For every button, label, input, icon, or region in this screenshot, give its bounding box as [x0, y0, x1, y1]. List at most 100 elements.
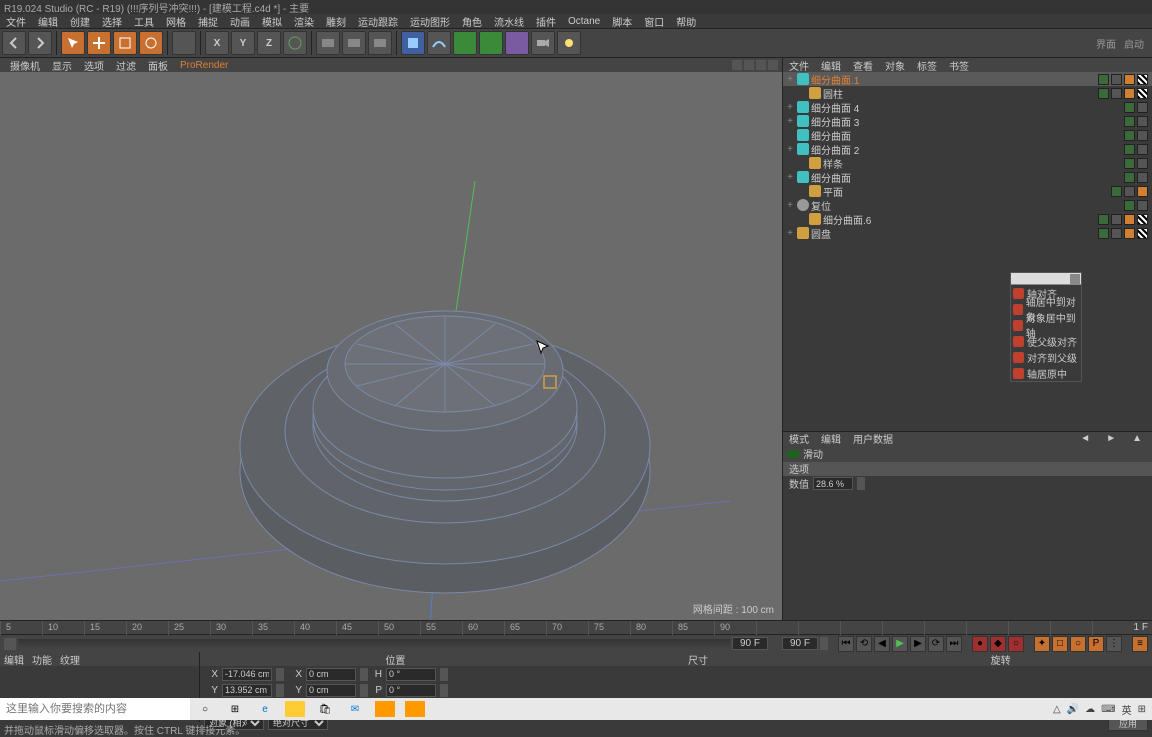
menu-item-6[interactable]: 捕捉: [192, 14, 224, 29]
tray-icon[interactable]: △: [1053, 704, 1061, 715]
attr-menu-0[interactable]: 模式: [783, 431, 815, 446]
mat-menu-1[interactable]: 功能: [32, 652, 52, 667]
select-tool[interactable]: [61, 31, 85, 55]
goto-start-button[interactable]: ⏮: [838, 636, 854, 652]
vp-btn-4[interactable]: [768, 60, 778, 70]
store-icon[interactable]: 🛍: [310, 698, 340, 720]
menu-item-7[interactable]: 动画: [224, 14, 256, 29]
vp-btn-3[interactable]: [756, 60, 766, 70]
frame-field-2[interactable]: 90 F: [782, 637, 818, 650]
rot-input[interactable]: [386, 684, 436, 697]
menu-item-0[interactable]: 文件: [0, 14, 32, 29]
size-input[interactable]: [306, 668, 356, 681]
redo-button[interactable]: [28, 31, 52, 55]
explorer-icon[interactable]: [285, 701, 305, 717]
align-menu-item[interactable]: 轴居原中: [1011, 365, 1081, 381]
expand-icon[interactable]: +: [785, 228, 795, 239]
tray-icon[interactable]: ⌨: [1101, 704, 1115, 715]
next-frame-button[interactable]: ▶: [910, 636, 926, 652]
layout-selector[interactable]: 界面启动: [1096, 36, 1150, 51]
expand-icon[interactable]: +: [785, 116, 795, 127]
render-settings[interactable]: [368, 31, 392, 55]
vp-menu-3[interactable]: 过滤: [110, 58, 142, 73]
vp-menu-0[interactable]: 摄像机: [4, 58, 46, 73]
obj-menu-3[interactable]: 对象: [879, 58, 911, 73]
expand-icon[interactable]: +: [785, 172, 795, 183]
tag-g[interactable]: [1124, 116, 1135, 127]
play-button[interactable]: ▶: [892, 636, 908, 652]
render-view[interactable]: [316, 31, 340, 55]
menu-item-2[interactable]: 创建: [64, 14, 96, 29]
system-tray[interactable]: △🔊☁⌨英⊞: [1053, 702, 1152, 717]
tag-d[interactable]: [1137, 172, 1148, 183]
tray-icon[interactable]: 🔊: [1067, 704, 1079, 715]
add-generator[interactable]: [453, 31, 477, 55]
pos-input[interactable]: [222, 684, 272, 697]
tag-chk[interactable]: [1137, 228, 1148, 239]
attr-fwd-icon[interactable]: ►: [1100, 433, 1122, 444]
rot-input[interactable]: [386, 668, 436, 681]
move-tool[interactable]: [87, 31, 111, 55]
scale-tool[interactable]: [113, 31, 137, 55]
tag-g[interactable]: [1124, 158, 1135, 169]
tag-chk[interactable]: [1137, 74, 1148, 85]
tl-start-marker[interactable]: [4, 638, 16, 650]
expand-icon[interactable]: +: [785, 74, 795, 85]
tag-d[interactable]: [1137, 144, 1148, 155]
tag-o[interactable]: [1124, 74, 1135, 85]
size-input[interactable]: [306, 684, 356, 697]
menu-item-8[interactable]: 模拟: [256, 14, 288, 29]
tree-row[interactable]: 平面: [783, 184, 1152, 198]
frame-field-1[interactable]: 90 F: [732, 637, 768, 650]
menu-item-10[interactable]: 雕刻: [320, 14, 352, 29]
add-camera[interactable]: [531, 31, 555, 55]
add-environment[interactable]: [505, 31, 529, 55]
obj-menu-4[interactable]: 标签: [911, 58, 943, 73]
tag-g[interactable]: [1098, 74, 1109, 85]
tree-row[interactable]: 细分曲面.6: [783, 212, 1152, 226]
menu-item-16[interactable]: Octane: [562, 16, 606, 27]
menu-item-11[interactable]: 运动跟踪: [352, 14, 404, 29]
cortana-icon[interactable]: ○: [190, 698, 220, 720]
key-rot-button[interactable]: ○: [1070, 636, 1086, 652]
menu-item-13[interactable]: 角色: [456, 14, 488, 29]
tray-icon[interactable]: ☁: [1085, 704, 1095, 715]
tree-row[interactable]: 细分曲面: [783, 128, 1152, 142]
obj-menu-1[interactable]: 编辑: [815, 58, 847, 73]
tag-d[interactable]: [1137, 116, 1148, 127]
viewport[interactable]: 网格间距 : 100 cm: [0, 72, 782, 620]
tag-d[interactable]: [1124, 186, 1135, 197]
spinner[interactable]: [857, 477, 865, 490]
tag-g[interactable]: [1124, 172, 1135, 183]
lastused-tool[interactable]: [172, 31, 196, 55]
menu-item-5[interactable]: 网格: [160, 14, 192, 29]
app-icon[interactable]: [375, 701, 395, 717]
z-axis-lock[interactable]: Z: [257, 31, 281, 55]
obj-menu-2[interactable]: 查看: [847, 58, 879, 73]
menu-item-3[interactable]: 选择: [96, 14, 128, 29]
tag-g[interactable]: [1111, 186, 1122, 197]
add-deformer[interactable]: [479, 31, 503, 55]
tree-row[interactable]: +复位: [783, 198, 1152, 212]
add-cube[interactable]: [401, 31, 425, 55]
vp-menu-1[interactable]: 显示: [46, 58, 78, 73]
object-tree[interactable]: +细分曲面.1圆柱+细分曲面 4+细分曲面 3细分曲面+细分曲面 2样条+细分曲…: [783, 72, 1152, 242]
align-menu-item[interactable]: 对象居中到轴: [1011, 317, 1081, 333]
expand-icon[interactable]: +: [785, 144, 795, 155]
expand-icon[interactable]: +: [785, 200, 795, 211]
tray-icon[interactable]: ⊞: [1138, 704, 1146, 715]
attr-section-header[interactable]: 选项: [783, 462, 1152, 476]
vp-menu-4[interactable]: 面板: [142, 58, 174, 73]
vp-btn-1[interactable]: [732, 60, 742, 70]
menu-item-18[interactable]: 窗口: [638, 14, 670, 29]
menu-item-9[interactable]: 渲染: [288, 14, 320, 29]
vp-menu-2[interactable]: 选项: [78, 58, 110, 73]
goto-end-button[interactable]: ⏭: [946, 636, 962, 652]
tag-d[interactable]: [1137, 200, 1148, 211]
tag-d[interactable]: [1137, 130, 1148, 141]
attr-menu-2[interactable]: 用户数据: [847, 431, 899, 446]
add-spline[interactable]: [427, 31, 451, 55]
key-param-button[interactable]: P: [1088, 636, 1104, 652]
edge-icon[interactable]: e: [250, 698, 280, 720]
world-axis[interactable]: [283, 31, 307, 55]
